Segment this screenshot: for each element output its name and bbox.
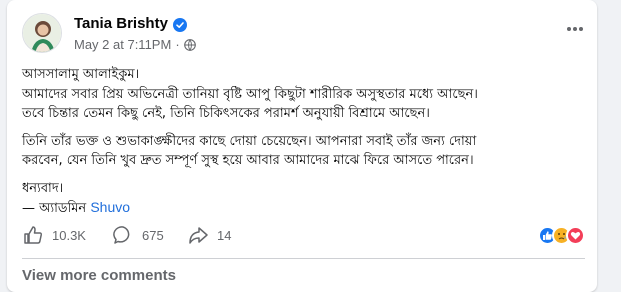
post-line: করবেন, যেন তিনি খুব দ্রুত সম্পূর্ণ সুস্থ… bbox=[22, 153, 474, 168]
like-button[interactable]: 10.3K bbox=[22, 224, 86, 246]
share-icon bbox=[189, 227, 208, 244]
signature-link[interactable]: Shuvo bbox=[90, 199, 130, 215]
meta-separator: · bbox=[175, 37, 180, 52]
post-line: আমাদের সবার প্রিয় অভিনেত্রী তানিয়া বৃষ… bbox=[22, 86, 478, 102]
reaction-summary[interactable] bbox=[538, 226, 585, 245]
post-card: Tania Brishty May 2 at 7:11PM · আসসালামু… bbox=[7, 0, 597, 292]
post-line: তবে চিন্তার তেমন কিছু নেই, তিনি চিকিৎসকে… bbox=[22, 106, 430, 121]
post-actions: 10.3K 675 14 bbox=[22, 224, 585, 252]
post-header: Tania Brishty May 2 at 7:11PM · bbox=[22, 13, 585, 57]
post-body: আসসালামু আলাইকুম। আমাদের সবার প্রিয় অভি… bbox=[22, 65, 585, 219]
verified-badge-icon bbox=[172, 17, 187, 32]
view-more-comments-link[interactable]: View more comments bbox=[22, 267, 176, 284]
divider bbox=[22, 258, 585, 259]
globe-icon[interactable] bbox=[183, 38, 196, 51]
post-meta: May 2 at 7:11PM · bbox=[74, 37, 196, 52]
avatar[interactable] bbox=[22, 13, 62, 53]
share-count: 14 bbox=[217, 227, 232, 243]
post-timestamp[interactable]: May 2 at 7:11PM bbox=[74, 37, 171, 52]
comment-count: 675 bbox=[142, 227, 164, 243]
comment-button[interactable]: 675 bbox=[112, 224, 164, 246]
share-button[interactable]: 14 bbox=[187, 224, 231, 246]
signature-text: — অ্যাডমিন bbox=[22, 201, 87, 216]
post-signature: — অ্যাডমিন Shuvo bbox=[22, 198, 585, 219]
love-reaction-icon bbox=[566, 226, 585, 245]
author-row: Tania Brishty bbox=[74, 15, 187, 32]
thumbs-up-icon bbox=[24, 226, 42, 244]
post-line-greeting: আসসালামু আলাইকুম। bbox=[22, 67, 140, 82]
more-options-icon[interactable] bbox=[565, 21, 585, 37]
post-line-thanks: ধন্যবাদ। bbox=[22, 180, 64, 196]
profile-picture bbox=[23, 14, 61, 52]
author-name[interactable]: Tania Brishty bbox=[74, 15, 168, 32]
comment-icon bbox=[113, 226, 130, 244]
like-count: 10.3K bbox=[52, 227, 86, 243]
post-line: তিনি তাঁর ভক্ত ও শুভাকাঙ্ক্ষীদের কাছে দো… bbox=[22, 133, 477, 149]
